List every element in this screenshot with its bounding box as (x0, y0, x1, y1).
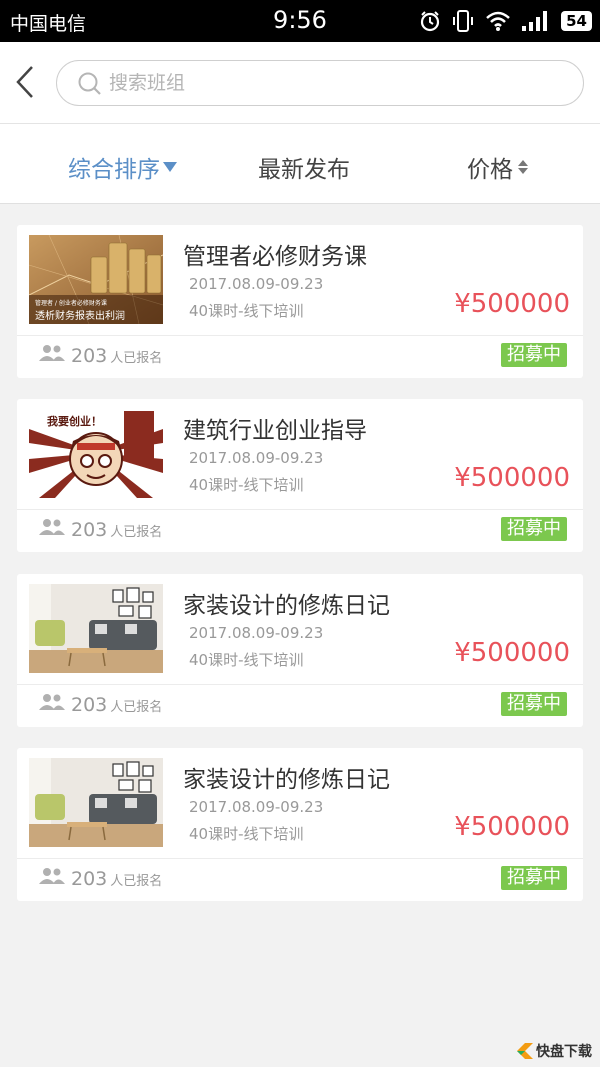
status-icons: 54 (419, 7, 592, 35)
enrolled-count: 203 (71, 519, 108, 541)
tab-label: 价格 (467, 157, 513, 183)
course-price: ¥500000 (454, 289, 570, 319)
status-badge: 招募中 (501, 866, 567, 890)
course-meta: 40课时-线下培训 (189, 476, 304, 494)
course-dates: 2017.08.09-09.23 (189, 624, 324, 642)
enrolled-label: 人已报名 (110, 700, 163, 715)
enrollment-info: 203 人已报名 (39, 344, 162, 367)
status-badge: 招募中 (501, 517, 567, 541)
users-icon (39, 519, 65, 535)
course-card[interactable]: 家装设计的修炼日记 2017.08.09-09.23 40课时-线下培训 ¥50… (17, 748, 583, 901)
tab-comprehensive-sort[interactable]: 综合排序 (68, 150, 177, 184)
battery-icon: 54 (561, 11, 592, 31)
image-caption: 透析财务报表出利润 (35, 309, 125, 322)
living-room-image (29, 758, 163, 847)
enrolled-label: 人已报名 (110, 874, 163, 889)
course-card[interactable]: 管理者 / 创业者必修财务课 透析财务报表出利润 管理者必修财务课 2017.0… (17, 225, 583, 378)
vibrate-icon (453, 10, 474, 32)
course-title: 家装设计的修炼日记 (183, 593, 390, 619)
caret-down-icon (163, 162, 177, 172)
divider (17, 509, 583, 510)
course-thumbnail (29, 584, 163, 673)
divider (17, 858, 583, 859)
sort-tabs: 综合排序 最新发布 价格 (0, 124, 600, 204)
enrolled-count: 203 (71, 345, 108, 367)
status-bar: 中国电信 9:56 54 (0, 0, 600, 42)
back-button[interactable] (12, 62, 42, 102)
course-card[interactable]: 家装设计的修炼日记 2017.08.09-09.23 40课时-线下培训 ¥50… (17, 574, 583, 727)
tab-label: 最新发布 (258, 157, 350, 183)
course-thumbnail (29, 758, 163, 847)
enrolled-label: 人已报名 (110, 351, 163, 366)
entrepreneur-cartoon-image: 我要创业！ (29, 409, 163, 498)
search-header (0, 42, 600, 124)
tab-label: 综合排序 (68, 157, 160, 183)
chevron-left-icon (16, 66, 33, 98)
tab-latest[interactable]: 最新发布 (258, 150, 350, 184)
users-icon (39, 345, 65, 361)
enrolled-count: 203 (71, 694, 108, 716)
sort-arrows-icon (518, 160, 528, 174)
course-thumbnail: 我要创业！ (29, 409, 163, 498)
search-box[interactable] (56, 60, 584, 106)
watermark-logo: 快盘下载 (517, 1041, 592, 1061)
users-icon (39, 694, 65, 710)
enrolled-label: 人已报名 (110, 525, 163, 540)
course-meta: 40课时-线下培训 (189, 825, 304, 843)
divider (17, 684, 583, 685)
wifi-icon (486, 11, 510, 31)
course-title: 家装设计的修炼日记 (183, 767, 390, 793)
course-dates: 2017.08.09-09.23 (189, 449, 324, 467)
course-card[interactable]: 我要创业！ 建筑行业创业指导 2017.08.09-09.23 40课时-线下培… (17, 399, 583, 552)
image-caption-small: 管理者 / 创业者必修财务课 (35, 299, 107, 307)
image-caption: 我要创业！ (47, 414, 102, 428)
k-logo-icon (517, 1043, 533, 1059)
living-room-image (29, 584, 163, 673)
users-icon (39, 868, 65, 884)
search-input[interactable] (109, 69, 549, 97)
enrollment-info: 203 人已报名 (39, 867, 162, 890)
course-title: 建筑行业创业指导 (183, 418, 367, 444)
finance-coins-image: 管理者 / 创业者必修财务课 透析财务报表出利润 (29, 235, 163, 324)
enrollment-info: 203 人已报名 (39, 693, 162, 716)
course-price: ¥500000 (454, 812, 570, 842)
alarm-icon (421, 11, 440, 32)
watermark-text: 快盘下载 (536, 1044, 592, 1060)
course-price: ¥500000 (454, 638, 570, 668)
search-icon (78, 72, 101, 95)
course-thumbnail: 管理者 / 创业者必修财务课 透析财务报表出利润 (29, 235, 163, 324)
course-meta: 40课时-线下培训 (189, 651, 304, 669)
status-badge: 招募中 (501, 692, 567, 716)
enrolled-count: 203 (71, 868, 108, 890)
course-dates: 2017.08.09-09.23 (189, 275, 324, 293)
course-meta: 40课时-线下培训 (189, 302, 304, 320)
signal-icon (522, 11, 548, 31)
enrollment-info: 203 人已报名 (39, 518, 162, 541)
course-price: ¥500000 (454, 463, 570, 493)
status-badge: 招募中 (501, 343, 567, 367)
tab-price[interactable]: 价格 (467, 150, 528, 184)
divider (17, 335, 583, 336)
course-dates: 2017.08.09-09.23 (189, 798, 324, 816)
course-title: 管理者必修财务课 (183, 244, 367, 270)
